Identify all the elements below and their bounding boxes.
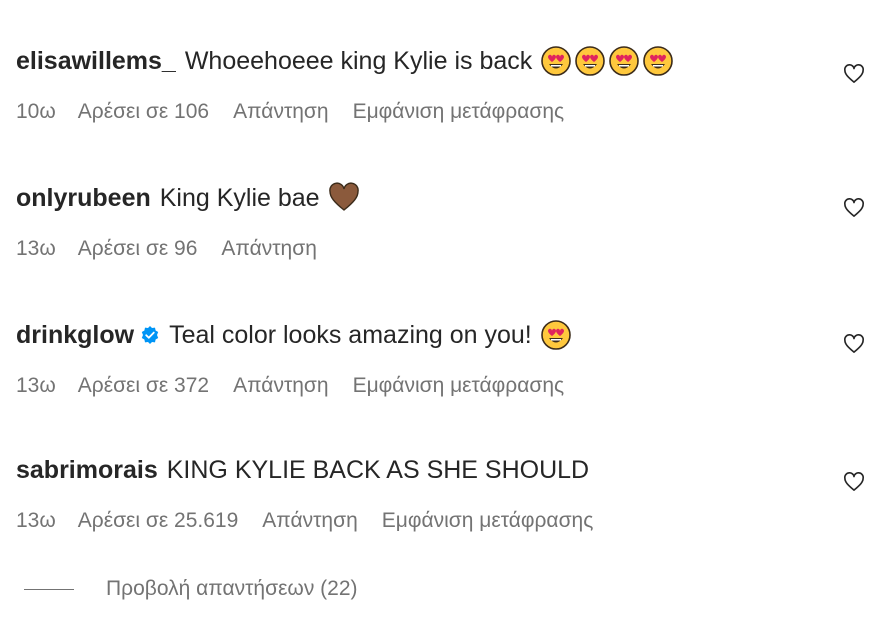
comment-likes-link[interactable]: Αρέσει σε 372 (78, 372, 209, 400)
reply-button[interactable]: Απάντηση (262, 507, 357, 535)
comment-text-content: King Kylie bae (159, 184, 320, 212)
heart-eyes-emoji (541, 46, 572, 76)
emoji-group (540, 319, 572, 351)
heart-eyes-emoji (643, 46, 674, 76)
comment-timestamp[interactable]: 13ω (16, 235, 56, 263)
comment-body: drinkglow Teal color looks amazing on yo… (16, 318, 572, 352)
comment-username[interactable]: onlyrubeen (16, 181, 151, 215)
comment-text-content: KING KYLIE BACK AS SHE SHOULD (166, 456, 590, 484)
comment-username[interactable]: elisawillems_ (16, 44, 176, 78)
comment-likes-link[interactable]: Αρέσει σε 25.619 (78, 507, 239, 535)
comment-body: sabrimorais KING KYLIE BACK AS SHE SHOUL… (16, 453, 589, 487)
comment-timestamp[interactable]: 13ω (16, 507, 56, 535)
brown-heart-emoji (328, 182, 359, 211)
see-translation-button[interactable]: Εμφάνιση μετάφρασης (353, 98, 565, 126)
comment-text-content: Teal color looks amazing on you! (169, 321, 532, 349)
comment-meta: 13ω Αρέσει σε 25.619 Απάντηση Εμφάνιση μ… (16, 507, 617, 535)
heart-eyes-emoji (609, 46, 640, 76)
reply-button[interactable]: Απάντηση (221, 235, 316, 263)
comment-username[interactable]: drinkglow (16, 318, 134, 352)
comment-likes-link[interactable]: Αρέσει σε 106 (78, 98, 209, 126)
emoji-group (328, 182, 360, 214)
comment-username[interactable]: sabrimorais (16, 453, 158, 487)
comment-text: Teal color looks amazing on you! (169, 318, 572, 352)
view-replies-button[interactable]: Προβολή απαντήσεων (22) (24, 577, 358, 601)
view-replies-label: Προβολή απαντήσεων (22) (106, 577, 358, 600)
comment-meta: 13ω Αρέσει σε 372 Απάντηση Εμφάνιση μετά… (16, 372, 588, 400)
comment-text: King Kylie bae (160, 181, 360, 215)
comment-body: elisawillems_ Whoeehoeee king Kylie is b… (16, 44, 674, 78)
like-heart-icon[interactable] (843, 198, 865, 218)
comment-meta: 13ω Αρέσει σε 96 Απάντηση (16, 235, 341, 263)
verified-badge-icon (141, 326, 159, 344)
heart-eyes-emoji (540, 320, 571, 350)
comment-body: onlyrubeen King Kylie bae (16, 181, 360, 215)
reply-button[interactable]: Απάντηση (233, 372, 328, 400)
comment-timestamp[interactable]: 13ω (16, 372, 56, 400)
reply-button[interactable]: Απάντηση (233, 98, 328, 126)
comment-text: Whoeehoeee king Kylie is back (185, 44, 674, 78)
like-heart-icon[interactable] (843, 472, 865, 492)
comment-meta: 10ω Αρέσει σε 106 Απάντηση Εμφάνιση μετά… (16, 98, 588, 126)
comment-item: drinkglow Teal color looks amazing on yo… (16, 318, 880, 418)
comment-likes-link[interactable]: Αρέσει σε 96 (78, 235, 198, 263)
see-translation-button[interactable]: Εμφάνιση μετάφρασης (382, 507, 594, 535)
comment-item: sabrimorais KING KYLIE BACK AS SHE SHOUL… (16, 453, 880, 553)
comment-item: elisawillems_ Whoeehoeee king Kylie is b… (16, 44, 880, 144)
comment-item: onlyrubeen King Kylie bae 13ω Αρέσει σε … (16, 181, 880, 281)
like-heart-icon[interactable] (843, 64, 865, 84)
emoji-group (540, 45, 674, 77)
comment-timestamp[interactable]: 10ω (16, 98, 56, 126)
comment-text: KING KYLIE BACK AS SHE SHOULD (167, 453, 589, 487)
comment-text-content: Whoeehoeee king Kylie is back (184, 47, 533, 75)
replies-divider-line (24, 588, 74, 590)
see-translation-button[interactable]: Εμφάνιση μετάφρασης (353, 372, 565, 400)
heart-eyes-emoji (575, 46, 606, 76)
like-heart-icon[interactable] (843, 334, 865, 354)
